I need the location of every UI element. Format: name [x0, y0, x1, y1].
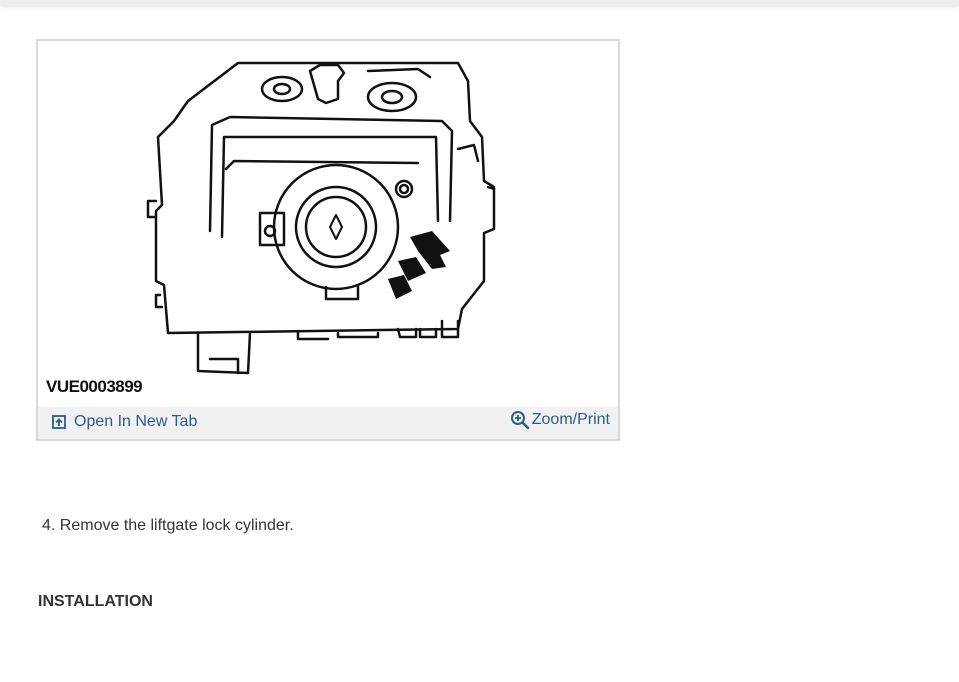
- zoom-print-link[interactable]: Zoom/Print: [510, 410, 610, 430]
- zoom-in-icon: [510, 410, 530, 430]
- open-in-new-tab-link[interactable]: Open In New Tab: [52, 413, 197, 431]
- figure-code: VUE0003899: [46, 377, 143, 396]
- zoom-print-label: Zoom/Print: [531, 411, 610, 428]
- figure-container: VUE0003899 Open In New Tab Zoom/Print: [36, 39, 620, 441]
- open-in-new-tab-icon: [52, 415, 66, 429]
- step-4-text: 4. Remove the liftgate lock cylinder.: [42, 517, 294, 534]
- installation-heading: INSTALLATION: [38, 593, 153, 610]
- lock-cylinder-diagram[interactable]: VUE0003899: [38, 41, 618, 407]
- open-in-new-tab-label: Open In New Tab: [74, 413, 198, 430]
- lock-cylinder-drawing: [146, 61, 496, 375]
- top-bar: [0, 0, 959, 6]
- figure-toolbar: Open In New Tab Zoom/Print: [38, 407, 618, 439]
